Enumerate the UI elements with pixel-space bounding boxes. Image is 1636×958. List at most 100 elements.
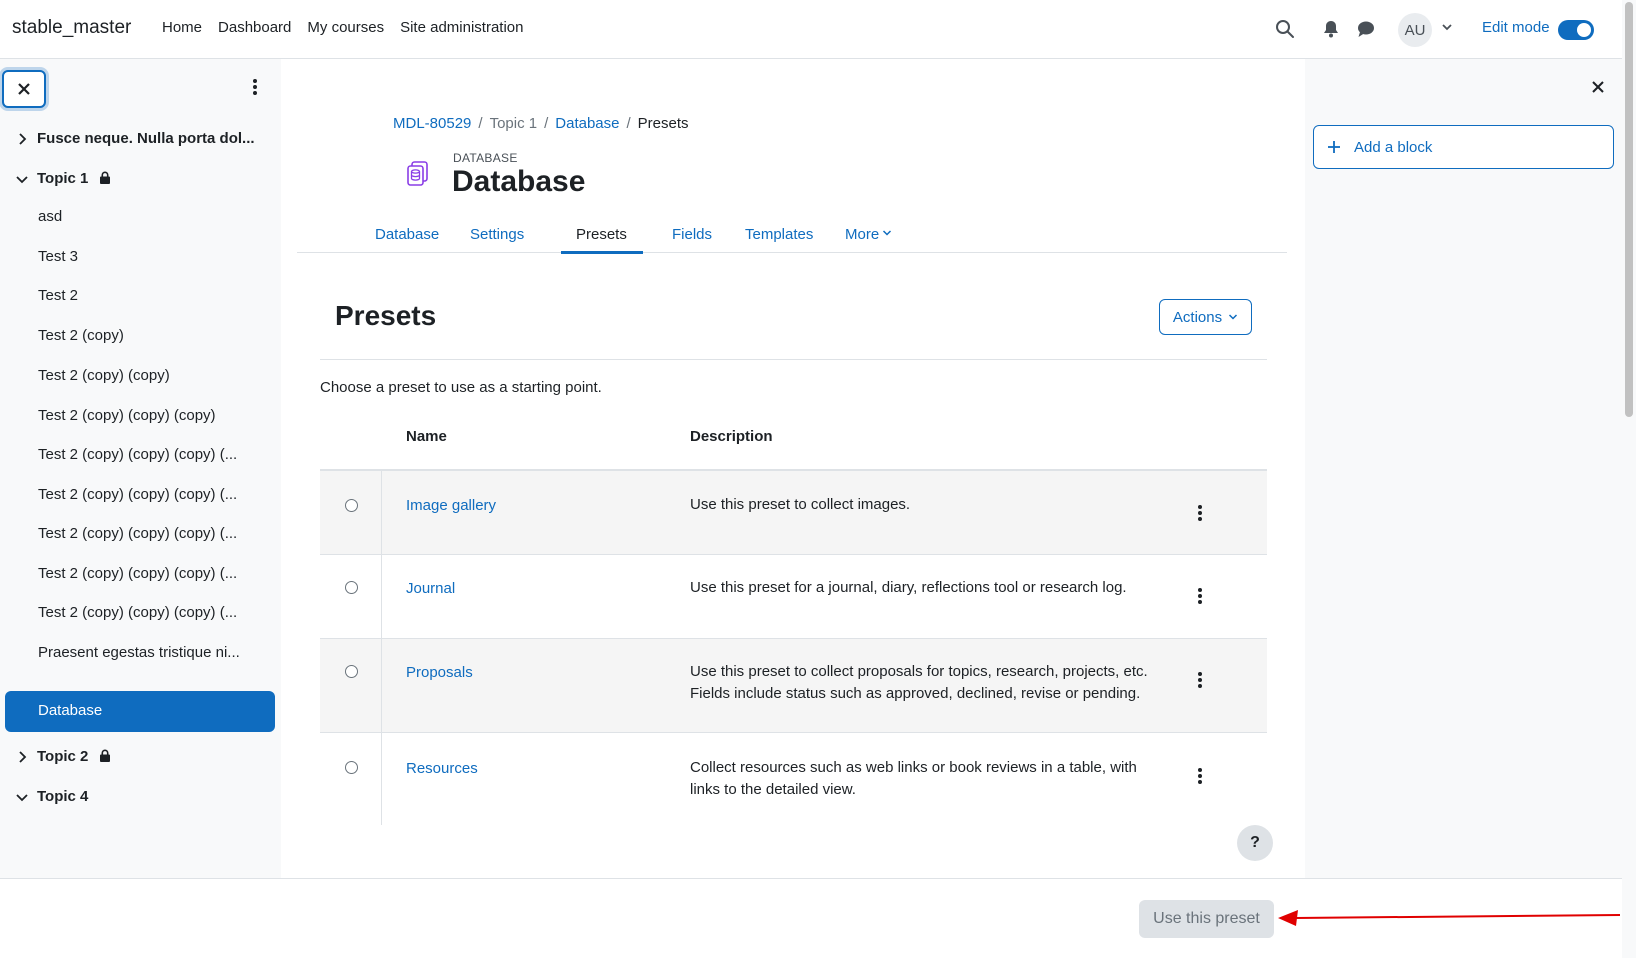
chevron-down-icon[interactable] — [15, 172, 29, 186]
kebab-menu-icon[interactable] — [245, 77, 265, 97]
block-drawer: Add a block — [1305, 59, 1622, 878]
presets-heading: Presets — [335, 300, 437, 331]
preset-description: Use this preset for a journal, diary, re… — [690, 579, 1127, 596]
course-section[interactable]: Topic 2 — [0, 737, 281, 777]
preset-radio[interactable] — [345, 581, 358, 594]
page-scrollbar[interactable] — [1622, 0, 1636, 958]
tab-presets[interactable]: Presets — [576, 226, 627, 243]
activity-item[interactable]: Test 2 (copy) — [38, 327, 124, 344]
presets-intro-text: Choose a preset to use as a starting poi… — [320, 379, 602, 396]
activity-item[interactable]: Test 2 (copy) (copy) (copy) (... — [38, 604, 237, 621]
user-avatar[interactable]: AU — [1398, 13, 1432, 47]
breadcrumb-separator: / — [626, 115, 631, 132]
activity-item[interactable]: Test 2 (copy) (copy) (copy) (... — [38, 486, 237, 503]
breadcrumb-current: Presets — [637, 115, 689, 132]
use-this-preset-button[interactable]: Use this preset — [1139, 900, 1274, 938]
site-brand[interactable]: stable_master — [12, 17, 131, 39]
table-row: Resources Collect resources such as web … — [320, 733, 1267, 825]
kebab-menu-icon[interactable] — [1190, 670, 1210, 690]
primary-navigation: Home Dashboard My courses Site administr… — [162, 19, 540, 36]
preset-name-link[interactable]: Proposals — [406, 664, 473, 681]
kebab-menu-icon[interactable] — [1190, 766, 1210, 786]
tab-database[interactable]: Database — [375, 226, 439, 243]
table-row: Image gallery Use this preset to collect… — [320, 471, 1267, 555]
activity-item[interactable]: Test 2 (copy) (copy) — [38, 367, 170, 384]
chevron-right-icon[interactable] — [15, 132, 29, 146]
nav-home[interactable]: Home — [162, 19, 202, 36]
chevron-right-icon[interactable] — [15, 750, 29, 764]
breadcrumb-course[interactable]: MDL-80529 — [393, 115, 471, 132]
activity-item[interactable]: Test 2 (copy) (copy) (copy) (... — [38, 446, 237, 463]
section-title[interactable]: Fusce neque. Nulla porta dol... — [37, 130, 255, 147]
activity-label: Database — [38, 702, 103, 719]
close-icon — [18, 83, 30, 95]
search-icon[interactable] — [1274, 18, 1296, 40]
chevron-down-icon — [1229, 314, 1238, 320]
column-divider — [381, 555, 382, 638]
section-title[interactable]: Topic 1 — [37, 170, 88, 187]
tab-more[interactable]: More — [845, 226, 892, 243]
toggle-knob — [1577, 23, 1591, 37]
course-section[interactable]: Topic 4 — [0, 777, 281, 817]
activity-item[interactable]: Test 2 (copy) (copy) (copy) — [38, 407, 216, 424]
actions-label: Actions — [1172, 308, 1223, 326]
chevron-down-icon[interactable] — [1440, 20, 1454, 34]
course-index-drawer: Fusce neque. Nulla porta dol... Topic 1 … — [0, 59, 281, 878]
preset-radio[interactable] — [345, 665, 358, 678]
preset-name-link[interactable]: Journal — [406, 580, 455, 597]
column-divider — [381, 733, 382, 825]
section-title[interactable]: Topic 4 — [37, 788, 88, 805]
preset-description: Use this preset to collect proposals for… — [690, 663, 1148, 702]
actions-dropdown-button[interactable]: Actions — [1159, 299, 1252, 335]
kebab-menu-icon[interactable] — [1190, 586, 1210, 606]
activity-item-active[interactable]: Database — [5, 691, 275, 732]
section-title-wrap: Topic 2 — [37, 748, 111, 765]
activity-item[interactable]: Test 3 — [38, 248, 78, 265]
help-label: ? — [1250, 834, 1260, 851]
nav-dashboard[interactable]: Dashboard — [218, 19, 291, 36]
bell-icon[interactable] — [1320, 18, 1342, 40]
tab-templates[interactable]: Templates — [745, 226, 813, 243]
breadcrumb: MDL-80529 / Topic 1 / Database / Presets — [393, 115, 689, 132]
nav-site-administration[interactable]: Site administration — [400, 19, 523, 36]
lock-icon — [99, 171, 110, 184]
activity-item[interactable]: asd — [38, 208, 62, 225]
course-section[interactable]: Topic 1 — [0, 159, 281, 199]
table-row: Journal Use this preset for a journal, d… — [320, 555, 1267, 639]
annotation-arrow — [1278, 910, 1621, 926]
course-section[interactable]: Fusce neque. Nulla porta dol... — [0, 119, 281, 159]
activity-item[interactable]: Test 2 (copy) (copy) (copy) (... — [38, 565, 237, 582]
use-this-preset-label: Use this preset — [1153, 910, 1260, 927]
activity-item[interactable]: Test 2 — [38, 287, 78, 304]
column-divider — [381, 471, 382, 554]
tab-fields[interactable]: Fields — [672, 226, 712, 243]
preset-name-link[interactable]: Image gallery — [406, 497, 496, 514]
database-module-icon — [407, 161, 428, 186]
close-course-index-button[interactable] — [2, 70, 46, 108]
breadcrumb-activity[interactable]: Database — [555, 115, 619, 132]
lock-icon — [99, 749, 110, 762]
preset-radio[interactable] — [345, 761, 358, 774]
preset-name-link[interactable]: Resources — [406, 760, 478, 777]
nav-my-courses[interactable]: My courses — [307, 19, 384, 36]
activity-item[interactable]: Test 2 (copy) (copy) (copy) (... — [38, 525, 237, 542]
breadcrumb-section: Topic 1 — [489, 115, 538, 132]
divider — [320, 359, 1267, 360]
kebab-menu-icon[interactable] — [1190, 503, 1210, 523]
page-kicker: DATABASE — [453, 151, 518, 165]
chevron-down-icon[interactable] — [15, 790, 29, 804]
scrollbar-thumb[interactable] — [1625, 2, 1633, 417]
edit-mode-toggle[interactable] — [1558, 20, 1594, 40]
preset-radio[interactable] — [345, 499, 358, 512]
breadcrumb-separator: / — [544, 115, 549, 132]
message-icon[interactable] — [1355, 18, 1377, 40]
edit-mode-label: Edit mode — [1482, 19, 1550, 36]
tab-settings[interactable]: Settings — [470, 226, 524, 243]
help-button[interactable]: ? — [1237, 825, 1273, 861]
add-block-button[interactable]: Add a block — [1313, 125, 1614, 169]
preset-description: Collect resources such as web links or b… — [690, 759, 1137, 798]
activity-item[interactable]: Praesent egestas tristique ni... — [38, 644, 240, 661]
close-icon[interactable] — [1590, 79, 1606, 95]
preset-description: Use this preset to collect images. — [690, 496, 911, 513]
section-title[interactable]: Topic 2 — [37, 748, 88, 765]
